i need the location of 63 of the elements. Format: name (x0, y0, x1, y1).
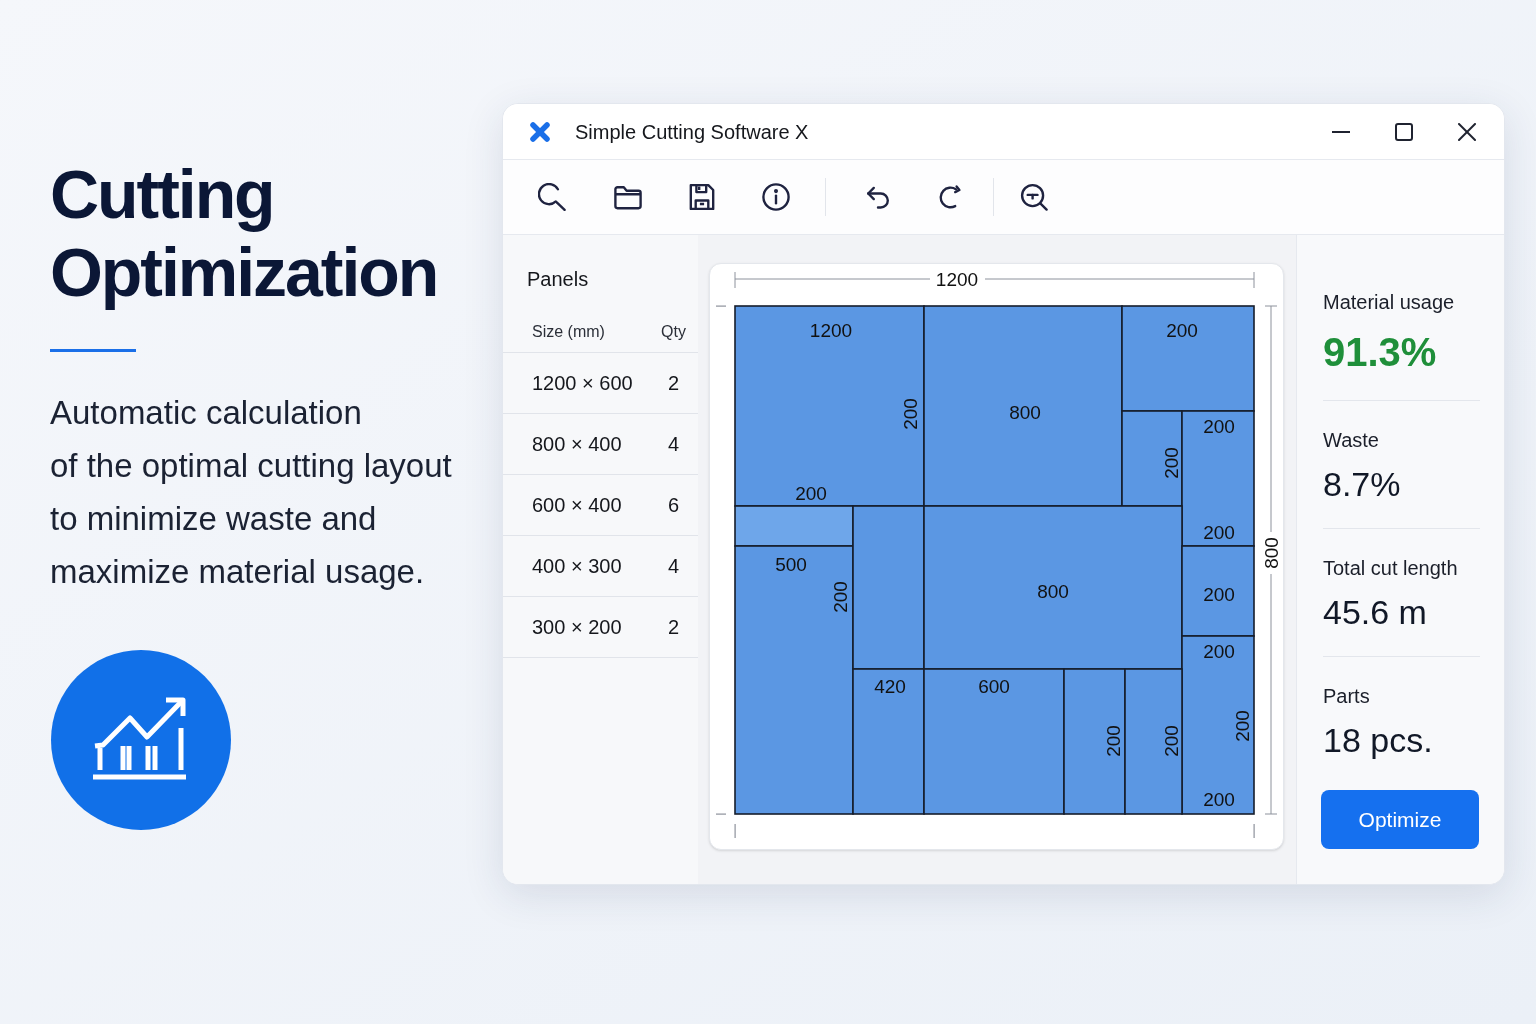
piece-dimension: 1200 (809, 319, 853, 341)
description-line: to minimize waste and (50, 499, 377, 539)
piece-dimension: 200 (829, 581, 851, 613)
panel-qty-cell: 2 (667, 615, 679, 639)
piece-dimension: 200 (1231, 710, 1253, 742)
piece-dimension: 800 (1009, 401, 1041, 423)
sheet-width-label: 1200 (935, 268, 979, 290)
stat-value: 91.3% (1323, 329, 1437, 376)
logo-icon (529, 121, 551, 142)
piece-dimension: 200 (795, 482, 827, 504)
guide-tick (734, 824, 736, 838)
piece-dimension: 200 (899, 398, 921, 430)
guide-tick (716, 305, 726, 307)
column-header: Size (mm) (532, 321, 605, 342)
piece-dimension: 200 (1203, 788, 1235, 810)
piece-dimension: 200 (1203, 415, 1235, 437)
info-icon[interactable] (762, 183, 790, 211)
minimize-icon[interactable] (1332, 130, 1350, 133)
stat-label: Material usage (1323, 290, 1455, 314)
stat-label: Waste (1323, 428, 1379, 452)
piece-dimension: 420 (874, 675, 906, 697)
panel-qty-cell: 4 (667, 554, 679, 578)
window-title: Simple Cutting Software X (575, 119, 809, 144)
stat-label: Parts (1323, 684, 1370, 708)
optimize-button[interactable]: Optimize (1321, 790, 1479, 849)
stat-label: Total cut length (1323, 556, 1458, 580)
piece-dimension: 200 (1166, 319, 1198, 341)
piece-dimension: 200 (1203, 583, 1235, 605)
stat-value: 18 pcs. (1323, 720, 1433, 760)
panels-title: Panels (527, 267, 589, 291)
piece-dimension: 200 (1102, 725, 1124, 757)
panel-size-cell: 1200 × 600 (532, 371, 633, 395)
panel-size-cell: 400 × 300 (532, 554, 622, 578)
guide-tick (716, 813, 726, 815)
piece-dimension: 200 (1203, 521, 1235, 543)
piece-dimension: 200 (1160, 725, 1182, 757)
growth-chart-icon (51, 650, 231, 830)
maximize-icon[interactable] (1395, 122, 1413, 141)
piece-dimension: 600 (978, 675, 1010, 697)
piece-dimension: 200 (1160, 447, 1182, 479)
search-icon[interactable] (538, 183, 566, 211)
stat-value: 8.7% (1323, 464, 1401, 504)
piece-dimension: 200 (1203, 640, 1235, 662)
panel-size-cell: 800 × 400 (532, 432, 622, 456)
column-header: Qty (661, 321, 686, 342)
description-line: of the optimal cutting layout (50, 446, 452, 486)
panel-qty-cell: 4 (667, 432, 679, 456)
sheet-height-label: 800 (1260, 537, 1282, 569)
close-icon[interactable] (1458, 122, 1476, 141)
panel-qty-cell: 2 (667, 371, 679, 395)
zoom-out-icon[interactable] (1020, 183, 1048, 211)
hero-title: Cutting Optimization (50, 155, 439, 311)
save-icon[interactable] (688, 183, 716, 211)
guide-tick (1253, 824, 1255, 838)
description-line: Automatic calculation (50, 393, 362, 433)
panel-size-cell: 300 × 200 (532, 615, 622, 639)
panel-qty-cell: 6 (667, 493, 679, 517)
panel-size-cell: 600 × 400 (532, 493, 622, 517)
piece-dimension: 500 (775, 553, 807, 575)
description-line: maximize material usage. (50, 552, 425, 592)
piece-dimension: 800 (1037, 580, 1069, 602)
folder-icon[interactable] (614, 183, 642, 211)
stat-value: 45.6 m (1323, 592, 1427, 632)
